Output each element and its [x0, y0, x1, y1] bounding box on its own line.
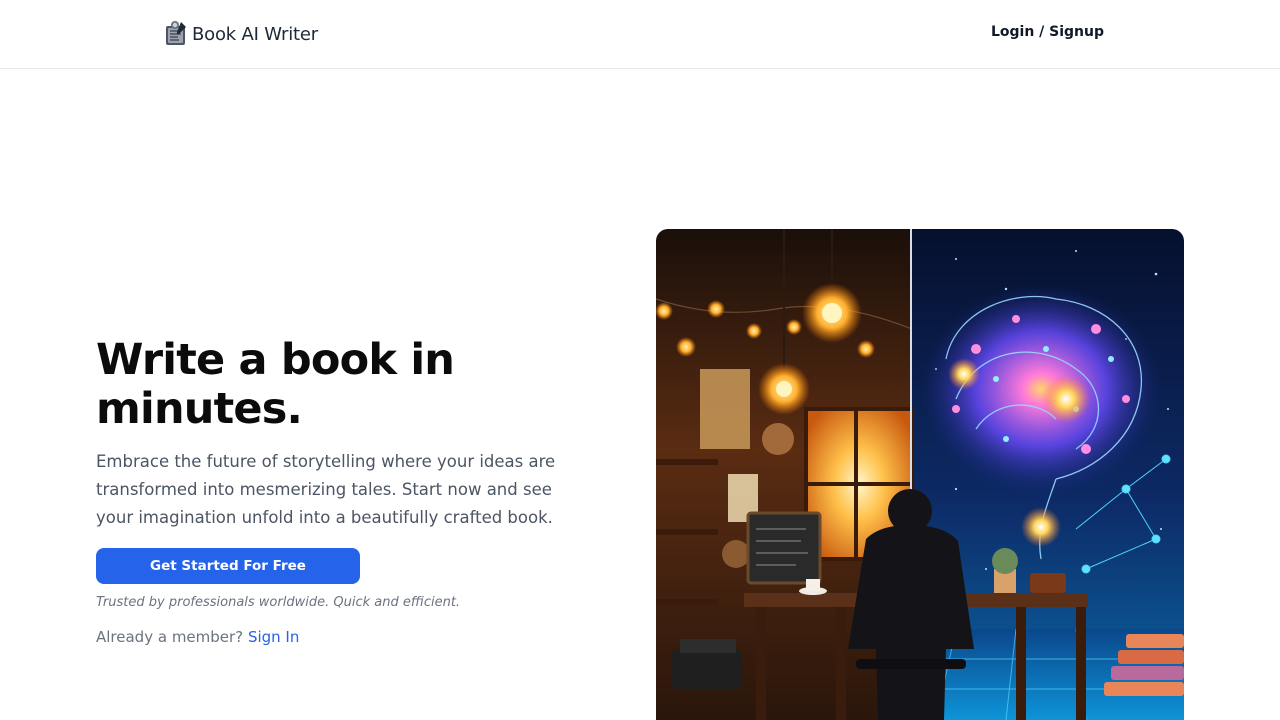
top-navbar: Book AI Writer Login / Signup	[0, 0, 1280, 69]
hero-illustration	[656, 229, 1184, 720]
brand-name: Book AI Writer	[192, 23, 318, 45]
hero-section: Write a book in minutes. Embrace the fut…	[96, 336, 596, 646]
trusted-tagline: Trusted by professionals worldwide. Quic…	[96, 595, 461, 610]
brand-home-link[interactable]: Book AI Writer	[164, 19, 318, 49]
get-started-button[interactable]: Get Started For Free	[96, 548, 360, 584]
hero-title: Write a book in minutes.	[96, 335, 455, 434]
hero-subtitle: Embrace the future of storytelling where…	[96, 452, 556, 527]
member-prompt-line: Already a member? Sign In	[96, 628, 596, 646]
member-prompt-text: Already a member?	[96, 628, 244, 646]
book-writer-logo-icon	[164, 20, 188, 48]
login-signup-link[interactable]: Login / Signup	[991, 24, 1104, 40]
sign-in-link[interactable]: Sign In	[248, 628, 299, 646]
